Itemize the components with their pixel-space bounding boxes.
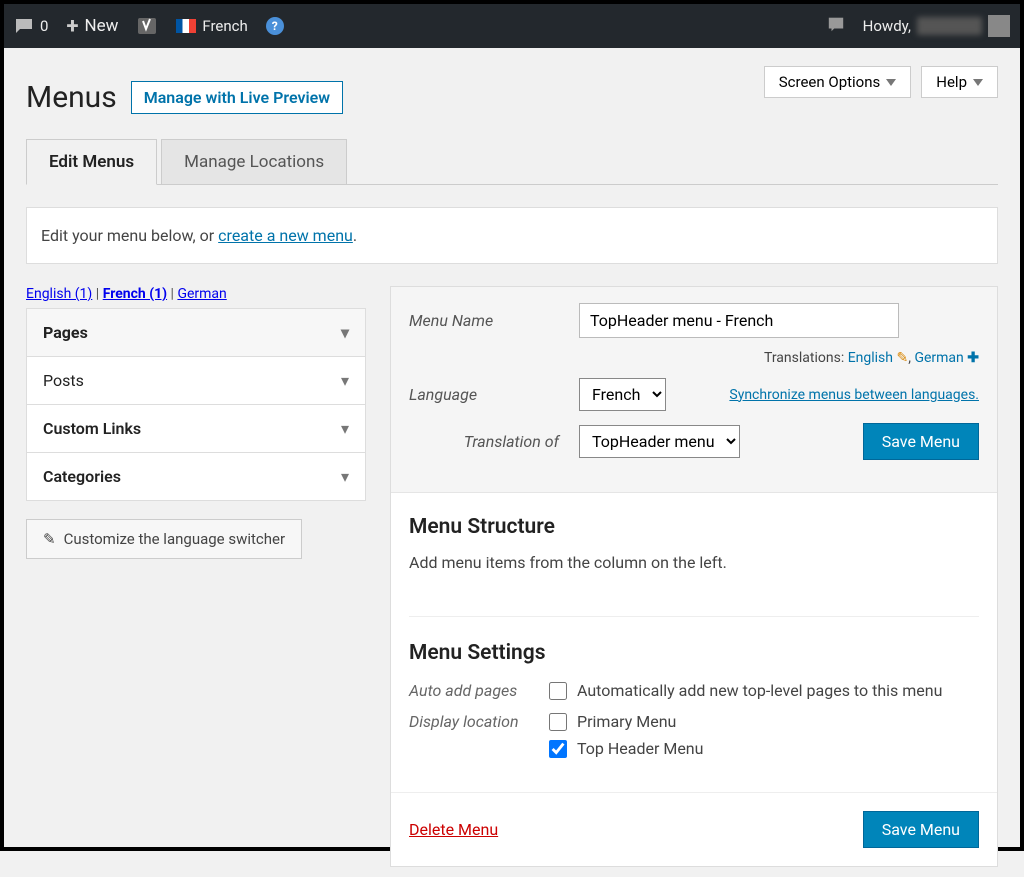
comments-count: 0 <box>40 17 48 35</box>
translations-line: Translations: English ✎, German ✚ <box>409 350 979 366</box>
translation-of-select[interactable]: TopHeader menu <box>579 425 740 458</box>
lang-label: French <box>202 17 247 35</box>
plus-icon: + <box>66 14 78 39</box>
edit-menu-notice: Edit your menu below, or create a new me… <box>26 207 998 264</box>
sync-menus-link[interactable]: Synchronize menus between languages. <box>729 387 979 403</box>
accordion-posts[interactable]: Posts ▾ <box>27 357 365 405</box>
username-blurred: user <box>917 17 982 35</box>
display-location-label: Display location <box>409 712 539 731</box>
accordion-pages-label: Pages <box>43 323 88 342</box>
account-link[interactable]: Howdy, user <box>863 15 1010 37</box>
live-preview-button[interactable]: Manage with Live Preview <box>131 81 343 114</box>
speech-icon <box>827 15 845 37</box>
pencil-icon: ✎ <box>43 530 56 548</box>
screen-options-button[interactable]: Screen Options <box>764 66 912 98</box>
accordion-categories[interactable]: Categories ▾ <box>27 453 365 500</box>
create-new-menu-link[interactable]: create a new menu <box>218 226 353 245</box>
admin-bar: 0 + New French ? Howdy, user <box>4 4 1020 48</box>
translation-german-link[interactable]: German <box>914 350 963 366</box>
chevron-down-icon: ▾ <box>341 323 349 342</box>
tab-manage-locations[interactable]: Manage Locations <box>161 139 347 184</box>
auto-add-pages-label: Auto add pages <box>409 681 539 700</box>
save-menu-button-bottom[interactable]: Save Menu <box>863 811 979 848</box>
translation-of-label: Translation of <box>409 432 559 451</box>
chevron-down-icon: ▾ <box>341 467 349 486</box>
accordion-pages[interactable]: Pages ▾ <box>27 309 365 357</box>
help-button[interactable]: Help <box>921 66 998 98</box>
page-title: Menus Manage with Live Preview <box>26 80 343 115</box>
accordion-categories-label: Categories <box>43 467 121 486</box>
adminbar-help[interactable]: ? <box>266 17 284 35</box>
lang-filter-german[interactable]: German <box>177 286 226 302</box>
lang-filter-english[interactable]: English (1) <box>26 286 92 302</box>
menu-name-input[interactable] <box>579 303 899 338</box>
chevron-down-icon: ▾ <box>341 371 349 390</box>
menu-structure-heading: Menu Structure <box>409 515 979 539</box>
language-select[interactable]: French <box>579 378 666 411</box>
howdy-label: Howdy, <box>863 17 911 35</box>
chevron-down-icon <box>973 79 983 86</box>
screen-options-label: Screen Options <box>779 73 881 91</box>
accordion-posts-label: Posts <box>43 371 84 390</box>
location-topheader-checkbox[interactable] <box>549 740 567 758</box>
yoast-icon <box>136 15 158 37</box>
seo-link[interactable] <box>136 15 158 37</box>
delete-menu-link[interactable]: Delete Menu <box>409 820 498 839</box>
notice-prefix: Edit your menu below, or <box>41 226 218 245</box>
nav-tabs: Edit Menus Manage Locations <box>26 139 998 185</box>
menu-items-accordion: Pages ▾ Posts ▾ Custom Links ▾ Categorie… <box>26 308 366 501</box>
auto-add-pages-text: Automatically add new top-level pages to… <box>577 681 942 700</box>
notice-suffix: . <box>353 226 357 245</box>
language-label: Language <box>409 385 559 404</box>
new-label: New <box>84 16 118 36</box>
location-primary-option[interactable]: Primary Menu <box>549 712 703 731</box>
location-primary-checkbox[interactable] <box>549 713 567 731</box>
customize-language-switcher-button[interactable]: ✎ Customize the language switcher <box>26 519 302 559</box>
help-label: Help <box>936 73 967 91</box>
new-content-link[interactable]: + New <box>66 14 118 39</box>
lang-filter-french[interactable]: French (1) <box>103 286 167 302</box>
auto-add-pages-checkbox[interactable] <box>549 682 567 700</box>
tab-edit-menus[interactable]: Edit Menus <box>26 139 157 185</box>
menu-settings-heading: Menu Settings <box>409 641 979 665</box>
comments-link[interactable]: 0 <box>14 16 48 36</box>
accordion-custom-links[interactable]: Custom Links ▾ <box>27 405 365 453</box>
location-topheader-text: Top Header Menu <box>577 739 703 758</box>
menu-name-label: Menu Name <box>409 311 559 330</box>
language-link[interactable]: French <box>176 17 247 35</box>
chevron-down-icon <box>886 79 896 86</box>
notifications-link[interactable] <box>827 15 845 37</box>
avatar-icon <box>988 15 1010 37</box>
add-icon[interactable]: ✚ <box>967 350 979 366</box>
save-menu-button-top[interactable]: Save Menu <box>863 423 979 460</box>
menu-structure-text: Add menu items from the column on the le… <box>409 553 979 572</box>
location-primary-text: Primary Menu <box>577 712 676 731</box>
language-filter: English (1) | French (1) | German <box>26 286 366 302</box>
location-topheader-option[interactable]: Top Header Menu <box>549 739 703 758</box>
accordion-custom-links-label: Custom Links <box>43 419 141 438</box>
help-icon: ? <box>266 17 284 35</box>
customize-label: Customize the language switcher <box>64 530 286 548</box>
translations-label: Translations: <box>764 350 848 366</box>
comment-icon <box>14 16 34 36</box>
screen-meta: Screen Options Help <box>764 66 998 98</box>
menu-edit-panel: Menu Name Translations: English ✎, Germa… <box>390 286 998 867</box>
edit-icon[interactable]: ✎ <box>896 350 908 366</box>
translation-english-link[interactable]: English <box>848 350 893 366</box>
auto-add-pages-option[interactable]: Automatically add new top-level pages to… <box>549 681 942 700</box>
page-title-text: Menus <box>26 80 117 115</box>
chevron-down-icon: ▾ <box>341 419 349 438</box>
flag-fr-icon <box>176 19 196 33</box>
divider <box>409 616 979 617</box>
